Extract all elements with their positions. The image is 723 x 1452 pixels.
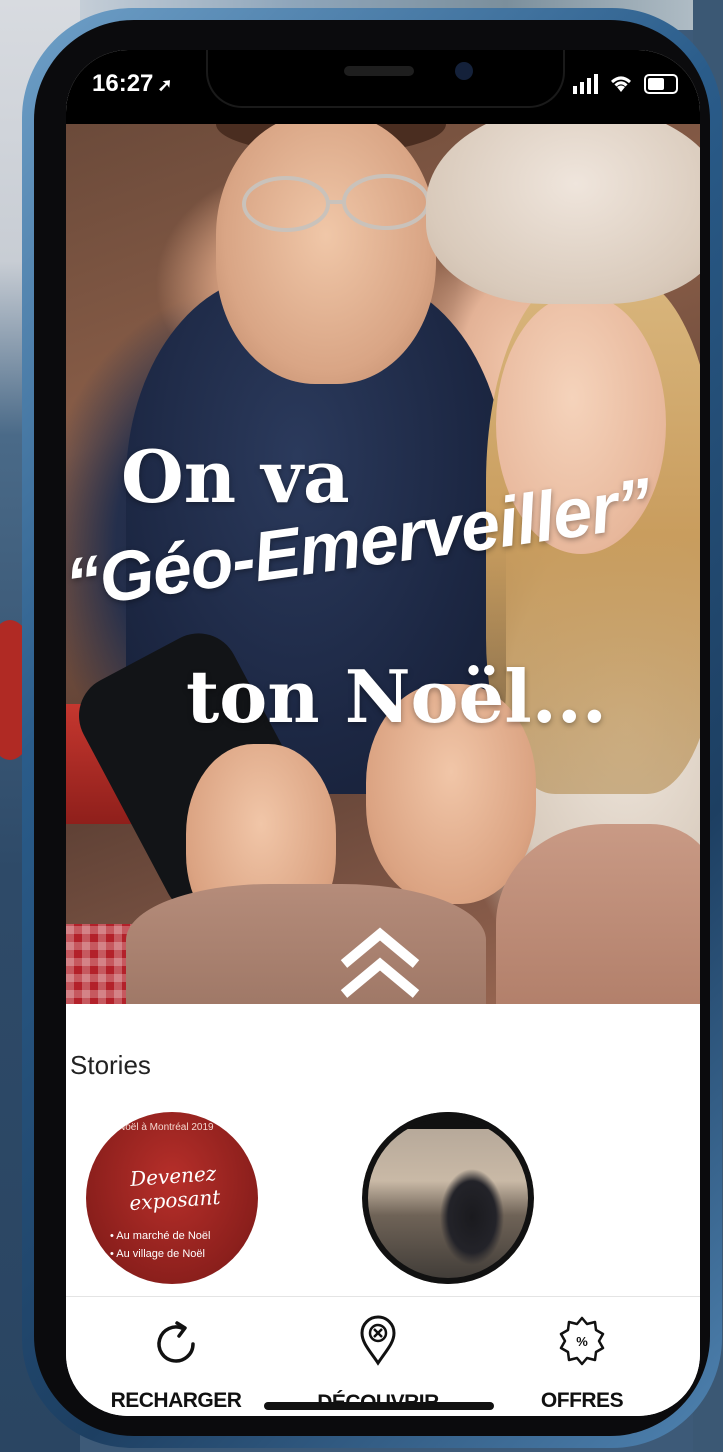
story-headline: Devenez exposant (128, 1161, 222, 1216)
discount-badge-icon: % (559, 1316, 605, 1366)
svg-text:%: % (576, 1334, 588, 1349)
home-indicator[interactable] (264, 1402, 494, 1410)
battery-icon (644, 74, 678, 94)
hero-title-line3: ton Noël... (186, 654, 607, 739)
cellular-signal-icon (573, 74, 598, 94)
phone-screen: 16:27 ➚ On va “Géo-Emerveiller” ton Noël… (66, 50, 700, 1416)
story-line-a: • Au marché de Noël (110, 1230, 211, 1242)
glasses (242, 174, 430, 232)
man-sweater (126, 884, 486, 1004)
status-bar: 16:27 ➚ (66, 50, 700, 124)
status-icons (573, 74, 678, 94)
story-item-exposant[interactable]: Noël à Montréal 2019 Devenez exposant • … (86, 1112, 258, 1284)
story-item-workshop[interactable] (362, 1112, 534, 1284)
nav-offres-label: OFFRES (540, 1389, 624, 1412)
story-ring (362, 1112, 534, 1284)
wifi-icon (611, 76, 631, 92)
location-arrow-icon: ➚ (157, 75, 173, 95)
map-pin-icon (360, 1315, 396, 1366)
bottom-nav: RECHARGER DÉCOUVRIR % OFFRES (66, 1296, 700, 1416)
woman-hat (426, 124, 700, 304)
nav-offres[interactable]: % OFFRES (482, 1297, 682, 1416)
notch (206, 50, 565, 108)
man-face (216, 124, 436, 384)
stories-title: Stories (70, 1050, 151, 1080)
story-top-text: Noël à Montréal 2019 (118, 1122, 214, 1133)
double-chevron-up-icon[interactable] (338, 924, 422, 1000)
nav-recharger[interactable]: RECHARGER (76, 1297, 276, 1416)
nav-decouvrir[interactable]: DÉCOUVRIR (278, 1297, 478, 1416)
speaker (344, 66, 414, 76)
status-time-text: 16:27 (92, 70, 154, 97)
front-camera (455, 62, 473, 80)
hero-banner[interactable]: On va “Géo-Emerveiller” ton Noël... (66, 124, 700, 1004)
status-time: 16:27 ➚ (92, 70, 172, 98)
story-line-b: • Au village de Noël (110, 1248, 205, 1260)
nav-recharger-label: RECHARGER (110, 1389, 242, 1412)
hero-title-line1: On va (121, 434, 350, 519)
refresh-icon (157, 1321, 195, 1363)
